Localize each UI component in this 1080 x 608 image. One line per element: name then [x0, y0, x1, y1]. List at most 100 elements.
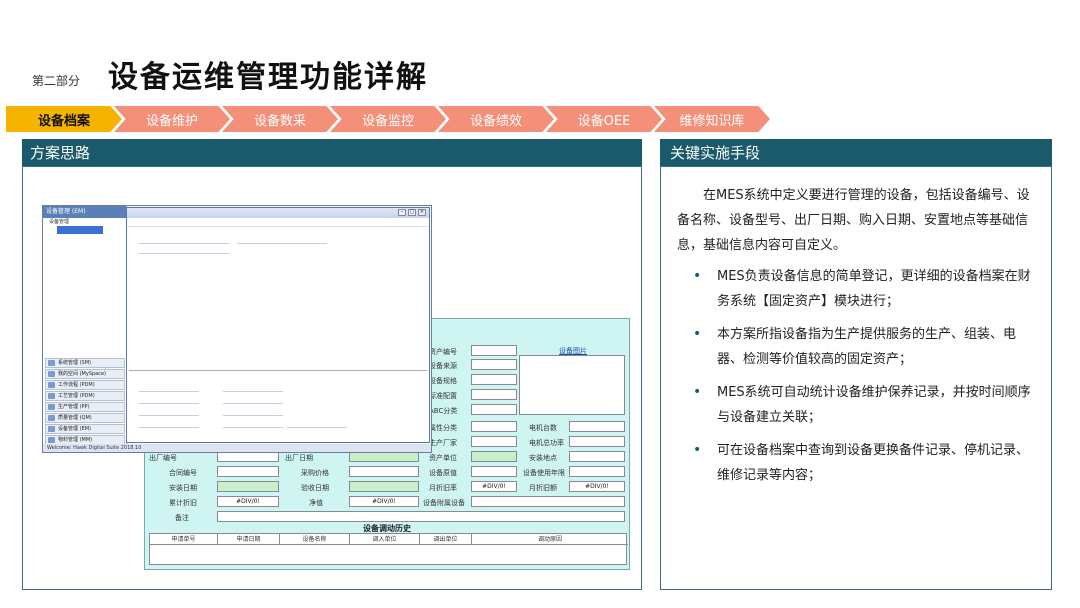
nav-title: 设备管理 (EM) — [43, 206, 126, 218]
form-label: 设备附属设备 — [423, 499, 465, 507]
form-label: 备注 — [175, 514, 189, 522]
form-field — [471, 451, 517, 462]
form-label: 安装地点 — [529, 454, 557, 462]
maximize-icon[interactable]: □ — [408, 209, 416, 216]
bullet-icon: • — [693, 326, 702, 342]
nav-button-workflow[interactable]: 工作流程 (PDM) — [45, 380, 125, 390]
form-label: 合同编号 — [169, 469, 197, 477]
bullet-item: • 本方案所指设备指为生产提供服务的生产、组装、电器、检测等价值较高的固定资产； — [677, 322, 1035, 372]
dialog-field[interactable] — [139, 248, 229, 254]
form-label: 资产编号 — [429, 348, 457, 356]
nav-button-production[interactable]: 生产管理 (PP) — [45, 402, 125, 412]
form-label: 采购价格 — [301, 469, 329, 477]
tab-device-archive[interactable]: 设备档案 — [6, 106, 122, 132]
table-header: 调入单位 — [350, 534, 420, 545]
form-field — [471, 496, 625, 507]
form-label: 出厂编号 — [149, 454, 177, 462]
nav-button-sm[interactable]: 系统管理 (SM) — [45, 358, 125, 368]
tab-device-maintenance[interactable]: 设备维护 — [114, 106, 230, 132]
form-field: #DIV/0! — [569, 481, 625, 492]
dialog-field[interactable] — [139, 238, 229, 244]
right-panel-body: 在MES系统中定义要进行管理的设备，包括设备编号、设备名称、设备型号、出厂日期、… — [660, 166, 1052, 590]
table-header: 设备名称 — [280, 534, 350, 545]
bullet-icon: • — [693, 442, 702, 458]
module-icon — [48, 360, 55, 366]
bullet-list: • MES负责设备信息的简单登记，更详细的设备档案在财务系统【固定资产】模块进行；… — [677, 264, 1035, 488]
form-label: 电机台数 — [529, 424, 557, 432]
module-icon — [48, 415, 55, 421]
status-bar: Welcome: Hawk Digital Suite 2018.10 — [43, 444, 431, 452]
tree-item-selected[interactable] — [57, 226, 103, 234]
nav-button-quality[interactable]: 质量管理 (QM) — [45, 413, 125, 423]
dialog-field[interactable] — [139, 386, 199, 392]
form-field: #DIV/0! — [471, 481, 517, 492]
form-label: 标准配置 — [429, 392, 457, 400]
nav-panel: 设备管理 (EM) 设备管理 系统管理 (SM) 我的空间 (MySpace) … — [43, 206, 127, 452]
form-label: 设备来源 — [429, 362, 457, 370]
module-icon — [48, 393, 55, 399]
form-label: 月折旧率 — [429, 484, 457, 492]
tab-device-data-collection[interactable]: 设备数采 — [222, 106, 338, 132]
module-icon — [48, 382, 55, 388]
window-controls: – □ × — [398, 209, 426, 216]
module-icon — [48, 404, 55, 410]
form-label: 电机总功率 — [529, 439, 564, 447]
form-field — [471, 359, 517, 370]
table-header: 申请单号 — [150, 534, 218, 545]
form-field — [349, 481, 419, 492]
form-field: #DIV/0! — [217, 496, 279, 507]
minimize-icon[interactable]: – — [398, 209, 406, 216]
form-label: 设备规格 — [429, 377, 457, 385]
form-label: 属性分类 — [429, 424, 457, 432]
dialog-field[interactable] — [139, 422, 199, 428]
dialog-field[interactable] — [223, 422, 283, 428]
dialog-field[interactable] — [223, 398, 283, 404]
nav-button-process[interactable]: 工艺管理 (PDM) — [45, 391, 125, 401]
section-label: 第二部分 — [32, 74, 81, 88]
tree-root[interactable]: 设备管理 — [43, 218, 126, 226]
form-field — [471, 466, 517, 477]
form-field — [569, 466, 625, 477]
dialog-field[interactable] — [223, 386, 283, 392]
form-field — [471, 421, 517, 432]
form-label: 验收日期 — [301, 484, 329, 492]
form-label: 累计折旧 — [169, 499, 197, 507]
module-icon — [48, 437, 55, 443]
tab-bar: 设备档案 设备维护 设备数采 设备监控 设备绩效 设备OEE 维修知识库 — [6, 106, 776, 132]
dialog-field[interactable] — [139, 410, 199, 416]
dialog-field[interactable] — [223, 410, 283, 416]
form-field — [217, 481, 279, 492]
history-table: 申请单号 申请日期 设备名称 调入单位 调出单位 调动原因 — [149, 533, 628, 565]
form-label: 设备使用年限 — [523, 469, 565, 477]
form-field — [471, 345, 517, 356]
form-label: 生产厂家 — [429, 439, 457, 447]
table-header: 调出单位 — [420, 534, 472, 545]
dialog-toolbar — [127, 218, 429, 227]
page-title: 设备运维管理功能详解 — [108, 60, 428, 95]
tab-device-monitoring[interactable]: 设备监控 — [330, 106, 446, 132]
form-field — [471, 436, 517, 447]
bullet-icon: • — [693, 384, 702, 400]
form-field — [569, 436, 625, 447]
nav-button-myspace[interactable]: 我的空间 (MySpace) — [45, 369, 125, 379]
table-header: 申请日期 — [218, 534, 280, 545]
dialog-field[interactable] — [237, 238, 327, 244]
bullet-item: • MES负责设备信息的简单登记，更详细的设备档案在财务系统【固定资产】模块进行； — [677, 264, 1035, 314]
close-icon[interactable]: × — [418, 209, 426, 216]
form-field — [471, 404, 517, 415]
tab-device-performance[interactable]: 设备绩效 — [438, 106, 554, 132]
form-label: 设备原值 — [429, 469, 457, 477]
tab-repair-knowledge[interactable]: 维修知识库 — [654, 106, 770, 132]
tab-device-oee[interactable]: 设备OEE — [546, 106, 662, 132]
form-label: 月折旧额 — [529, 484, 557, 492]
form-field: #DIV/0! — [349, 496, 419, 507]
bullet-item: • MES系统可自动统计设备维护保养记录，并按时间顺序与设备建立关联； — [677, 380, 1035, 430]
dialog-field[interactable] — [287, 422, 347, 428]
form-field — [471, 374, 517, 385]
dialog-field[interactable] — [139, 398, 199, 404]
nav-button-equipment[interactable]: 设备管理 (EM) — [45, 424, 125, 434]
dialog-titlebar: – □ × — [127, 208, 429, 218]
form-label: ABC分类 — [429, 407, 458, 415]
form-label: 净值 — [309, 499, 323, 507]
dialog-divider — [129, 370, 427, 371]
